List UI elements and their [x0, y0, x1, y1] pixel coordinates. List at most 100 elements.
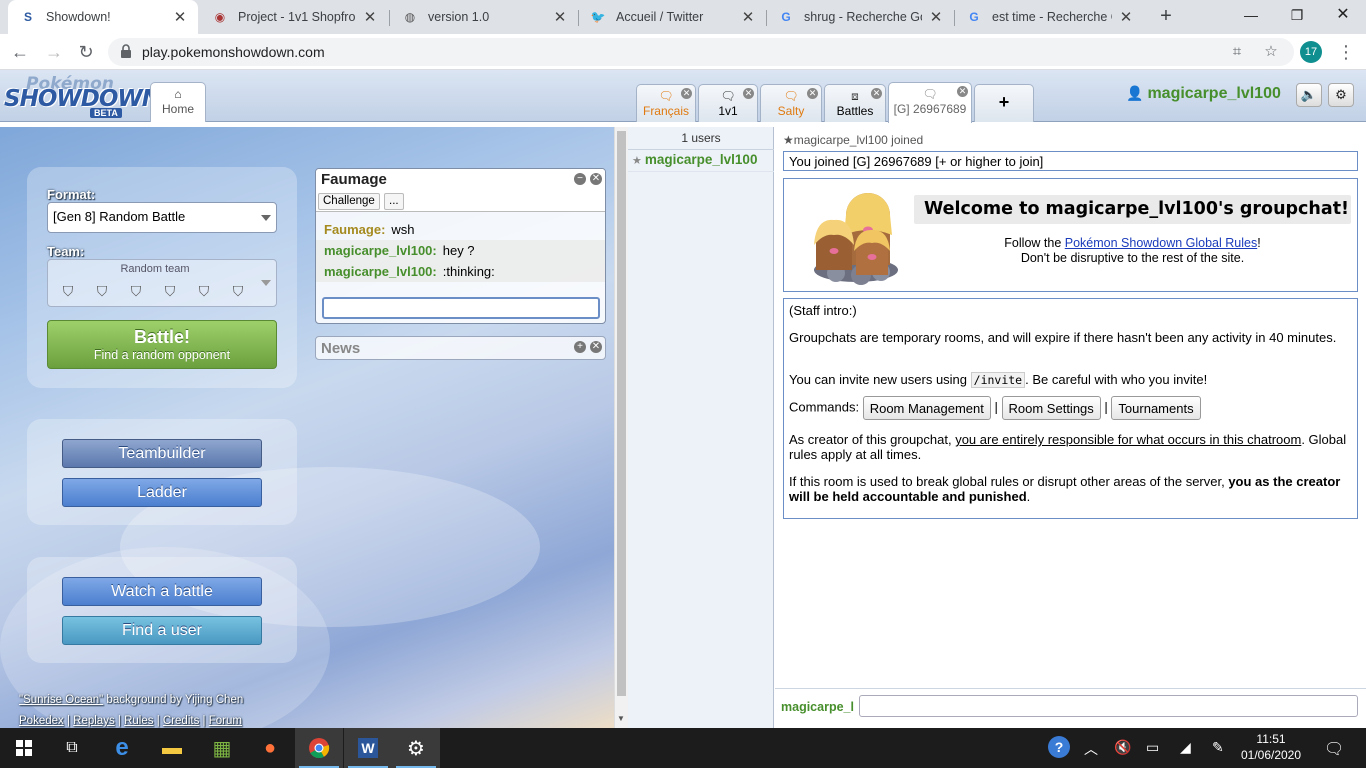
help-icon[interactable]: ? — [1048, 736, 1070, 758]
browser-tab-project[interactable]: ◉ Project - 1v1 Shopfront ✕ — [200, 0, 388, 34]
user-list-item[interactable]: ★ magicarpe_lvl100 — [632, 152, 757, 167]
windows-start-icon[interactable] — [0, 728, 48, 768]
team-select[interactable]: Random team ⛉ ⛉ ⛉ ⛉ ⛉ ⛉ — [47, 259, 277, 307]
browser-tab-twitter[interactable]: 🐦 Accueil / Twitter ✕ — [578, 0, 766, 34]
tab-room-1v1[interactable]: 🗨 1v1 ✕ — [698, 84, 758, 122]
pen-icon[interactable]: ✎ — [1212, 739, 1224, 756]
task-view-icon[interactable]: ⧉ — [48, 728, 96, 768]
volume-muted-icon[interactable]: 🔇 — [1114, 739, 1131, 756]
footer-link-forum[interactable]: Forum — [209, 715, 242, 727]
room-settings-button[interactable]: Room Settings — [1001, 396, 1101, 420]
reload-icon[interactable]: ↻ — [74, 40, 98, 64]
scrollbar-thumb[interactable] — [617, 131, 626, 696]
pm-message-input[interactable] — [322, 297, 600, 319]
close-tab-icon[interactable]: ✕ — [172, 8, 188, 26]
watch-battle-button[interactable]: Watch a battle — [62, 577, 262, 606]
close-tab-icon[interactable]: ✕ — [1118, 8, 1134, 26]
close-window-button[interactable]: ✕ — [1320, 0, 1366, 30]
chevron-up-icon[interactable]: ︿ — [1084, 739, 1098, 759]
profile-avatar[interactable]: 17 — [1300, 41, 1322, 63]
teambuilder-button[interactable]: Teambuilder — [62, 439, 262, 468]
new-tab-button[interactable]: + — [1154, 5, 1178, 29]
close-tab-icon[interactable]: ✕ — [552, 8, 568, 26]
minecraft-icon[interactable]: ▦ — [198, 728, 246, 768]
scroll-down-icon[interactable]: ▼ — [617, 714, 625, 723]
tab-home[interactable]: ⌂ Home — [150, 82, 206, 122]
news-window[interactable]: News + ✕ — [315, 336, 606, 360]
pm-sender[interactable]: magicarpe_lvl100: — [324, 264, 437, 279]
tab-room-groupchat[interactable]: 🗨 [G] 26967689 ✕ — [888, 82, 972, 123]
file-explorer-icon[interactable]: ▬ — [148, 728, 196, 768]
browser-tab-showdown[interactable]: S Showdown! ✕ — [8, 0, 198, 34]
tab-room-salty[interactable]: 🗨 Salty ✕ — [760, 84, 822, 122]
footer-link-rules[interactable]: Rules — [124, 715, 153, 727]
pm-sender[interactable]: magicarpe_lvl100: — [324, 243, 437, 258]
pm-message: magicarpe_lvl100: hey ? — [316, 240, 605, 261]
close-tab-icon[interactable]: ✕ — [740, 8, 756, 26]
find-user-button[interactable]: Find a user — [62, 616, 262, 645]
settings-button[interactable]: ⚙ — [1328, 83, 1354, 107]
tab-room-battles[interactable]: ⧈ Battles ✕ — [824, 84, 886, 122]
minimize-icon[interactable]: − — [574, 173, 586, 185]
firefox-icon[interactable]: ● — [246, 728, 294, 768]
close-room-icon[interactable]: ✕ — [957, 86, 968, 97]
close-tab-icon[interactable]: ✕ — [928, 8, 944, 26]
expand-icon[interactable]: + — [574, 341, 586, 353]
close-room-icon[interactable]: ✕ — [681, 88, 692, 99]
room-management-button[interactable]: Room Management — [862, 396, 991, 420]
chrome-icon[interactable] — [295, 728, 343, 768]
user-name-button[interactable]: 👤 magicarpe_lvl100 — [1126, 85, 1281, 103]
rank-star-icon: ★ — [632, 155, 642, 167]
pm-sender[interactable]: Faumage: — [324, 222, 385, 237]
browser-tab-google-shrug[interactable]: G shrug - Recherche Goo ✕ — [766, 0, 954, 34]
tab-room-francais[interactable]: 🗨 Français ✕ — [636, 84, 696, 122]
back-icon[interactable]: ← — [8, 40, 32, 64]
settings-app-icon[interactable]: ⚙ — [392, 728, 440, 768]
battery-icon[interactable]: ▭ — [1146, 739, 1159, 756]
challenge-button[interactable]: Challenge — [318, 193, 380, 210]
user-count[interactable]: 1 users — [628, 131, 774, 145]
edge-icon[interactable]: e — [98, 728, 146, 768]
close-tab-icon[interactable]: ✕ — [362, 8, 378, 26]
welcome-box: Welcome to magicarpe_lvl100's groupchat!… — [783, 178, 1358, 292]
home-scrollbar[interactable]: ▲ ▼ — [614, 127, 628, 728]
sound-button[interactable]: 🔈 — [1296, 83, 1322, 107]
add-room-button[interactable]: + — [974, 84, 1034, 122]
footer-link-replays[interactable]: Replays — [73, 715, 115, 727]
close-icon[interactable]: ✕ — [590, 341, 602, 353]
background-credit-link[interactable]: "Sunrise Ocean" — [19, 694, 103, 706]
showdown-favicon-icon: S — [23, 10, 32, 24]
chat-message-input[interactable] — [859, 695, 1358, 717]
pm-title[interactable]: Faumage — [316, 169, 605, 191]
close-room-icon[interactable]: ✕ — [871, 88, 882, 99]
footer-link-credits[interactable]: Credits — [163, 715, 199, 727]
footer-link-pokedex[interactable]: Pokedex — [19, 715, 64, 727]
close-icon[interactable]: ✕ — [590, 173, 602, 185]
gear-icon: ⚙ — [1335, 87, 1347, 102]
browser-tab-version[interactable]: ◍ version 1.0 ✕ — [390, 0, 578, 34]
word-icon[interactable]: W — [344, 728, 392, 768]
showdown-logo[interactable]: Pokémon SHOWDOWN BETA — [4, 74, 161, 118]
maximize-button[interactable]: ❐ — [1274, 0, 1320, 30]
more-button[interactable]: ... — [384, 193, 404, 210]
speaker-icon: 🔈 — [1300, 87, 1318, 102]
battle-button[interactable]: Battle! Find a random opponent — [47, 320, 277, 369]
notification-icon[interactable]: 🗨 — [1324, 739, 1344, 759]
global-rules-link[interactable]: Pokémon Showdown Global Rules — [1065, 236, 1257, 250]
minimize-button[interactable]: — — [1228, 0, 1274, 30]
close-room-icon[interactable]: ✕ — [743, 88, 754, 99]
translate-icon[interactable]: ⌗ — [1228, 43, 1246, 61]
tournaments-button[interactable]: Tournaments — [1111, 396, 1201, 420]
close-room-icon[interactable]: ✕ — [807, 88, 818, 99]
forward-icon[interactable]: → — [42, 40, 66, 64]
wifi-icon[interactable]: ◢ — [1180, 739, 1191, 756]
browser-tab-google-time[interactable]: G est time - Recherche Go ✕ — [954, 0, 1144, 34]
taskbar-clock[interactable]: 11:51 01/06/2020 — [1238, 731, 1304, 763]
address-bar[interactable]: play.pokemonshowdown.com ⌗ ☆ — [108, 38, 1294, 66]
ladder-button[interactable]: Ladder — [62, 478, 262, 507]
chat-username[interactable]: magicarpe_l — [781, 700, 854, 714]
format-select[interactable]: [Gen 8] Random Battle — [47, 202, 277, 233]
bookmark-star-icon[interactable]: ☆ — [1262, 43, 1280, 61]
browser-menu-icon[interactable]: ⋮ — [1336, 40, 1356, 64]
staff-intro-paragraph: If this room is used to break global rul… — [789, 474, 1341, 504]
